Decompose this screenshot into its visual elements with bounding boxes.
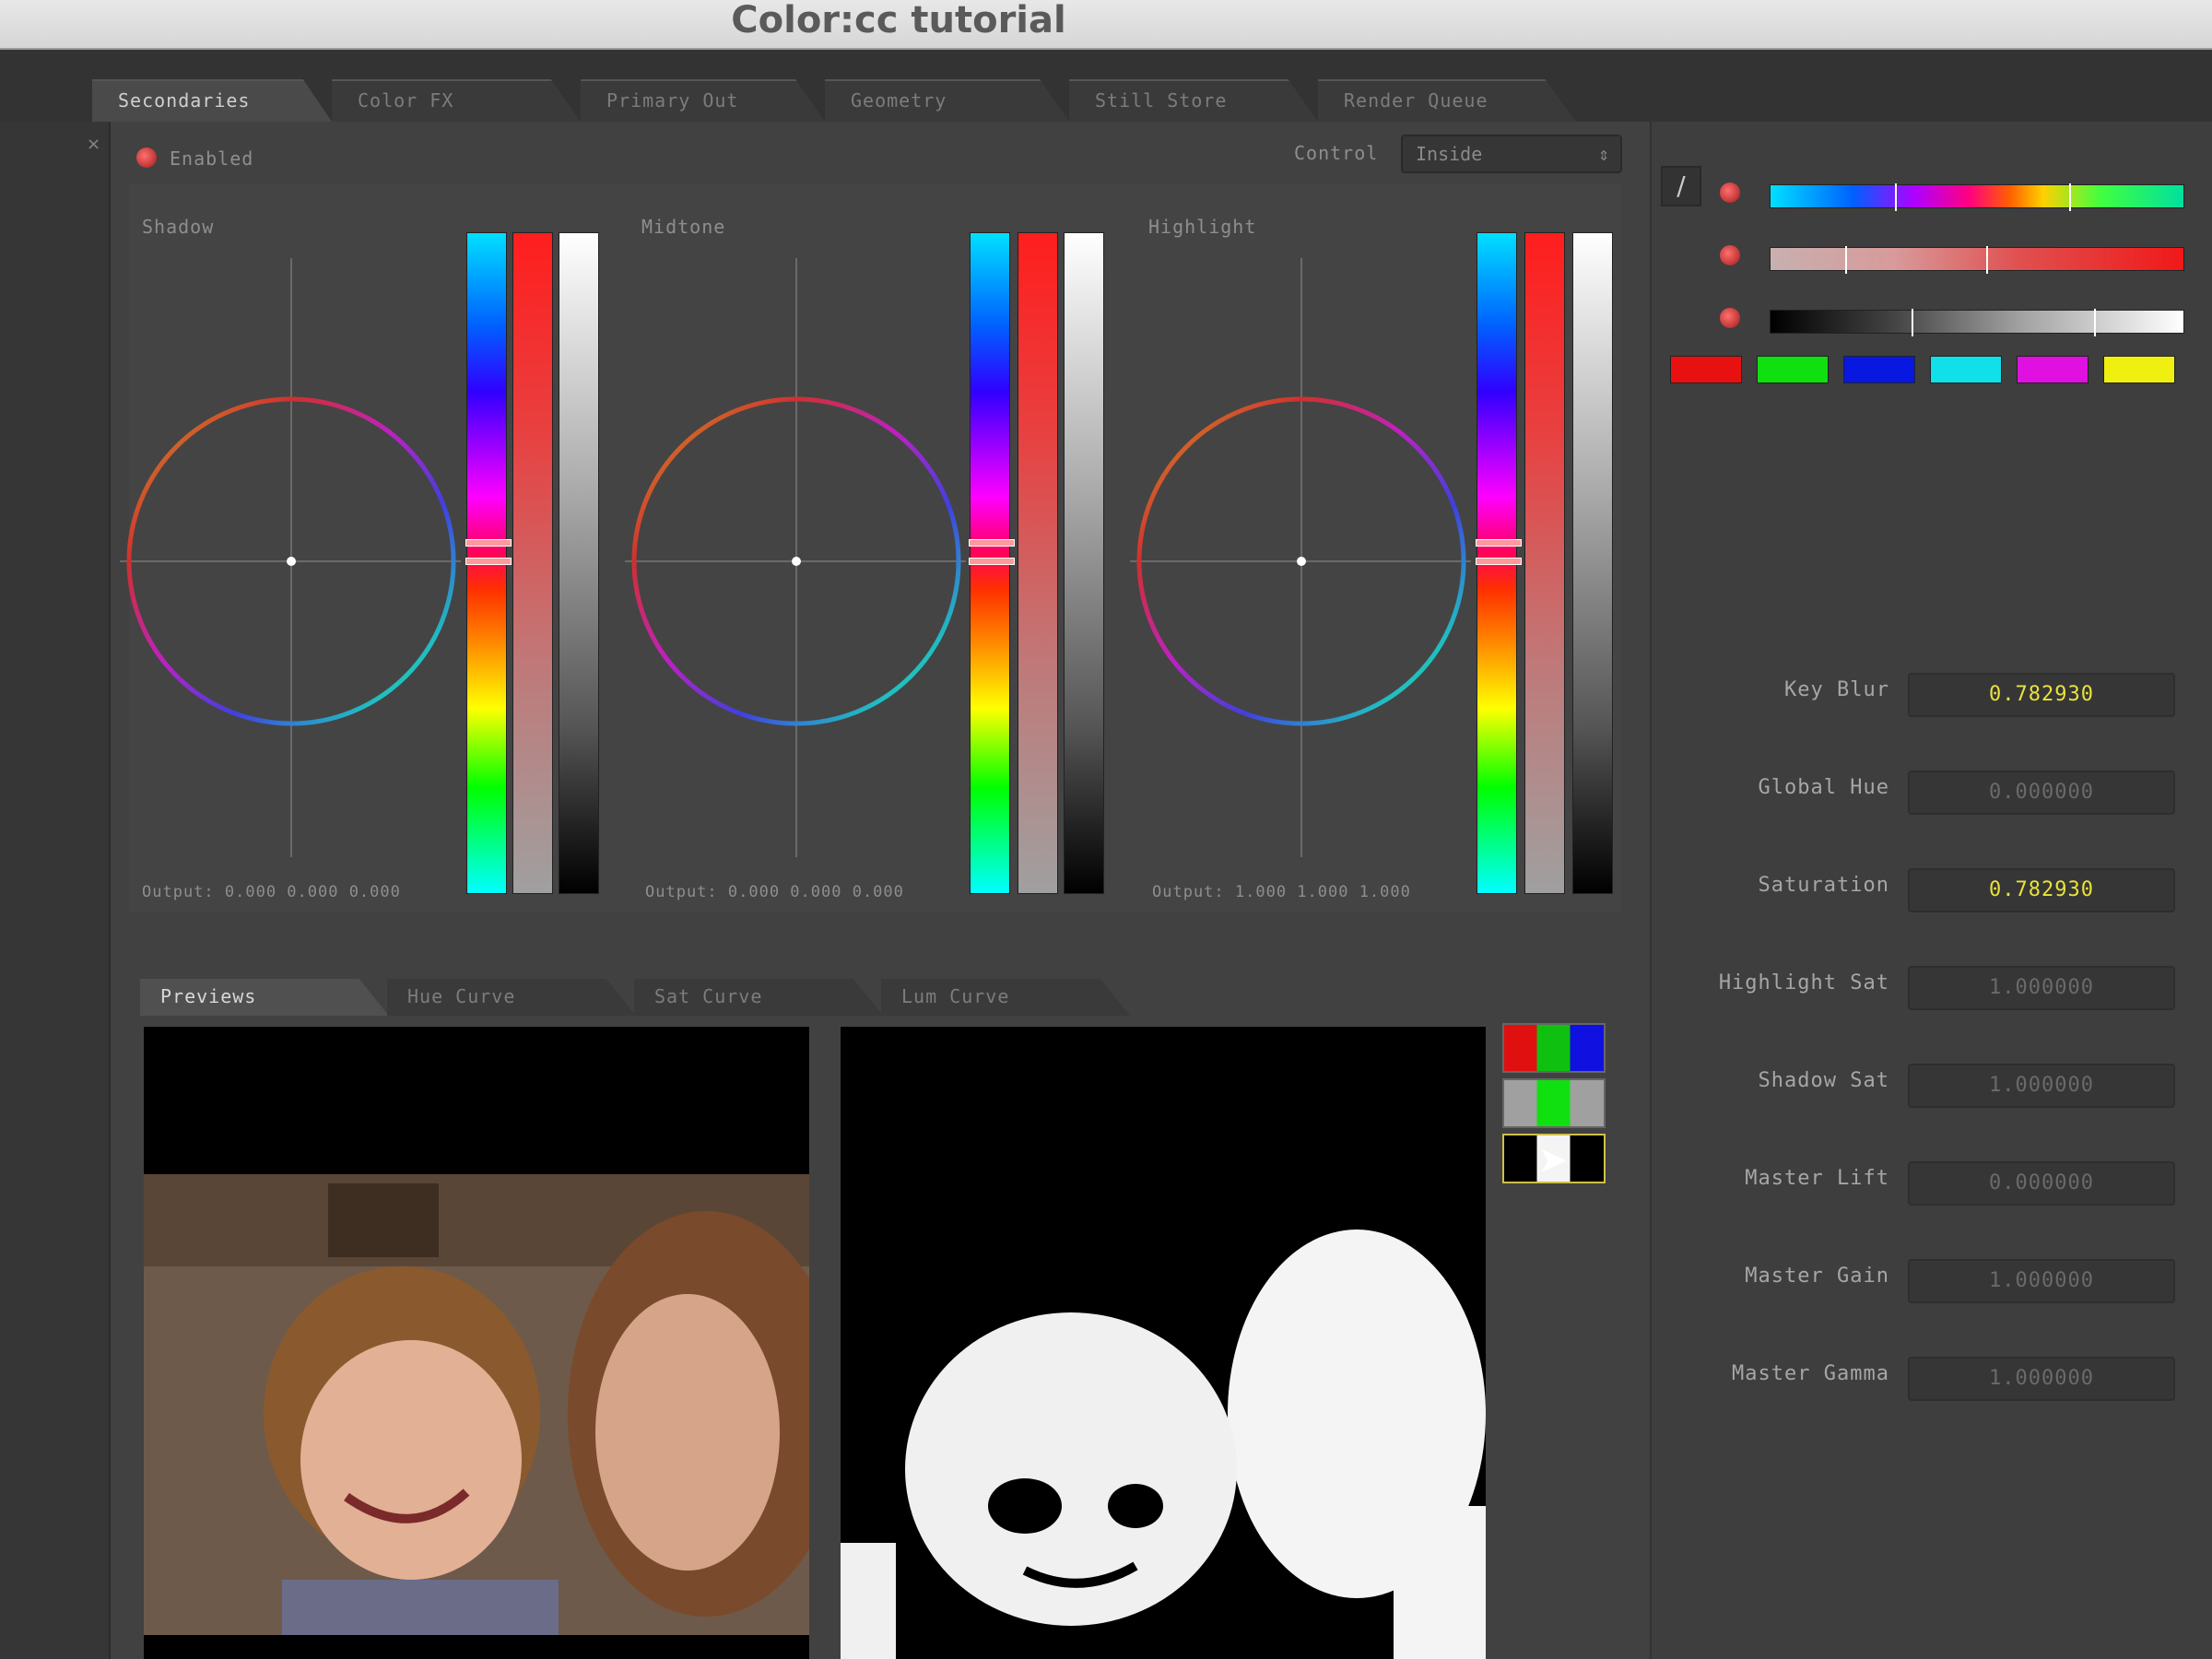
highlight-color-wheel[interactable] (1130, 249, 1480, 876)
highlight-lum-bar[interactable] (1572, 232, 1613, 894)
mouse-cursor-icon: ➤ (1537, 1139, 1569, 1182)
tab-secondaries[interactable]: Secondaries (92, 79, 332, 122)
param-label-key-blur: Key Blur (1784, 678, 1889, 701)
tab-primary-out[interactable]: Primary Out (581, 79, 825, 122)
window-titlebar: Color:cc tutorial (0, 0, 2212, 50)
red-swatch[interactable] (1670, 356, 1742, 383)
shadow-sat-bar[interactable] (512, 232, 553, 894)
param-field-master-gain[interactable]: 1.000000 (1908, 1259, 2175, 1303)
param-field-highlight-sat[interactable]: 1.000000 (1908, 966, 2175, 1010)
control-select-value: Inside (1416, 143, 1483, 165)
lum-qualifier-toggle[interactable] (1720, 308, 1740, 328)
shadow-lum-bar[interactable] (559, 232, 599, 894)
param-field-key-blur[interactable]: 0.782930 (1908, 673, 2175, 717)
param-label-saturation: Saturation (1758, 874, 1889, 897)
sat-qualifier-toggle[interactable] (1720, 245, 1740, 265)
close-icon[interactable]: × (87, 135, 100, 154)
rgb-view-button[interactable] (1502, 1023, 1606, 1073)
shadow-output-readout: Output: 0.000 0.000 0.000 (142, 883, 401, 901)
param-field-master-lift[interactable]: 0.000000 (1908, 1161, 2175, 1206)
param-label-shadow-sat: Shadow Sat (1758, 1069, 1889, 1092)
left-sidebar: × (0, 122, 111, 1659)
param-label-global-hue: Global Hue (1758, 776, 1889, 799)
param-label-highlight-sat: Highlight Sat (1718, 971, 1889, 994)
hue-qualifier-toggle[interactable] (1720, 182, 1740, 203)
param-label-master-lift: Master Lift (1745, 1167, 1889, 1190)
tab-sat-curve[interactable]: Sat Curve (634, 979, 883, 1016)
color-preview-image (144, 1027, 809, 1659)
midtone-sat-bar[interactable] (1018, 232, 1058, 894)
midtone-output-readout: Output: 0.000 0.000 0.000 (645, 883, 904, 901)
magenta-swatch[interactable] (2017, 356, 2088, 383)
cyan-swatch[interactable] (1930, 356, 2002, 383)
tab-previews[interactable]: Previews (140, 979, 389, 1016)
photo-matte-mother-and-child (841, 1027, 1486, 1659)
highlight-sat-bar[interactable] (1524, 232, 1565, 894)
tab-hue-curve[interactable]: Hue Curve (387, 979, 636, 1016)
eyedropper-icon[interactable]: / (1661, 166, 1701, 206)
highlight-wheel-label: Highlight (1148, 216, 1257, 238)
param-field-shadow-sat[interactable]: 1.000000 (1908, 1064, 2175, 1108)
param-label-master-gamma: Master Gamma (1732, 1362, 1889, 1385)
control-label: Control (1294, 142, 1379, 164)
green-swatch[interactable] (1757, 356, 1829, 383)
midtone-color-wheel[interactable] (625, 249, 975, 876)
midtone-lum-bar[interactable] (1064, 232, 1104, 894)
shadow-color-wheel[interactable] (120, 249, 470, 876)
sat-qualifier-range[interactable] (1770, 246, 2184, 274)
param-field-saturation[interactable]: 0.782930 (1908, 868, 2175, 912)
enabled-toggle[interactable] (136, 147, 157, 168)
midtone-wheel-label: Midtone (641, 216, 726, 238)
chevron-updown-icon: ⇕ (1597, 143, 1609, 165)
lum-qualifier-range[interactable] (1770, 309, 2184, 336)
window-title: Color:cc tutorial (731, 0, 1066, 41)
photo-mother-and-child (144, 1174, 809, 1659)
green-view-button[interactable] (1502, 1078, 1606, 1128)
hue-qualifier-range[interactable] (1770, 183, 2184, 211)
shadow-hue-bar[interactable] (465, 232, 512, 894)
blue-swatch[interactable] (1843, 356, 1915, 383)
control-select[interactable]: Inside ⇕ (1401, 135, 1622, 173)
enabled-label: Enabled (170, 147, 254, 170)
tab-lum-curve[interactable]: Lum Curve (881, 979, 1130, 1016)
param-field-global-hue[interactable]: 0.000000 (1908, 771, 2175, 815)
param-field-master-gamma[interactable]: 1.000000 (1908, 1357, 2175, 1401)
shadow-wheel-label: Shadow (142, 216, 215, 238)
tab-geometry[interactable]: Geometry (825, 79, 1069, 122)
highlight-hue-bar[interactable] (1476, 232, 1522, 894)
yellow-swatch[interactable] (2103, 356, 2175, 383)
tab-still-store[interactable]: Still Store (1069, 79, 1318, 122)
midtone-hue-bar[interactable] (969, 232, 1015, 894)
param-label-master-gain: Master Gain (1745, 1265, 1889, 1288)
tab-color-fx[interactable]: Color FX (332, 79, 581, 122)
highlight-output-readout: Output: 1.000 1.000 1.000 (1152, 883, 1411, 901)
matte-preview-image (841, 1027, 1486, 1659)
tab-render-queue[interactable]: Render Queue (1318, 79, 1576, 122)
